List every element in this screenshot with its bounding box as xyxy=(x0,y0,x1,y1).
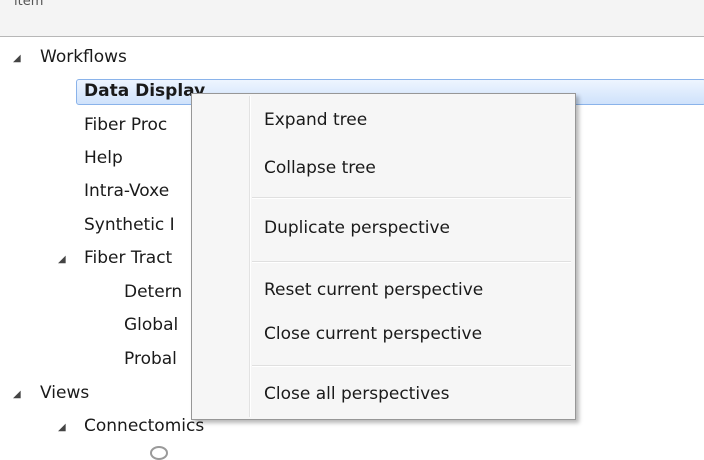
tree-item-deterministic[interactable]: Detern xyxy=(124,277,182,307)
tree-item-data-display[interactable]: Data Display xyxy=(84,76,205,106)
tree-item-intra-voxel[interactable]: Intra-Voxe xyxy=(84,176,169,206)
tree-item-connectomics[interactable]: Connectomics xyxy=(84,411,204,441)
expand-toggle-icon[interactable]: ◢ xyxy=(13,44,21,74)
menu-item-duplicate-perspective[interactable]: Duplicate perspective xyxy=(264,214,450,242)
tree-item-synthetic[interactable]: Synthetic I xyxy=(84,210,175,240)
tree-item-probabilistic[interactable]: Probal xyxy=(124,344,177,374)
menu-item-collapse-tree[interactable]: Collapse tree xyxy=(264,154,376,182)
menu-item-close-current-perspective[interactable]: Close current perspective xyxy=(264,320,482,348)
expand-toggle-icon[interactable]: ◢ xyxy=(58,245,66,275)
menu-item-close-all-perspectives[interactable]: Close all perspectives xyxy=(264,380,449,408)
tree-item-global[interactable]: Global xyxy=(124,310,178,340)
menu-separator xyxy=(252,197,571,199)
expand-toggle-icon[interactable]: ◢ xyxy=(58,413,66,443)
menu-item-expand-tree[interactable]: Expand tree xyxy=(264,106,367,134)
panel-header-label: item xyxy=(14,0,44,9)
menu-separator xyxy=(252,261,571,263)
context-menu: Expand tree Collapse tree Duplicate pers… xyxy=(191,93,576,420)
tree-item-fiber-processing[interactable]: Fiber Proc xyxy=(84,110,167,140)
tree-item-help[interactable]: Help xyxy=(84,143,123,173)
tree-item-workflows[interactable]: Workflows xyxy=(40,42,127,72)
menu-gutter-highlight xyxy=(250,96,251,417)
menu-item-reset-current-perspective[interactable]: Reset current perspective xyxy=(264,276,483,304)
tree-item-fiber-tractography[interactable]: Fiber Tract xyxy=(84,243,172,273)
panel-header: item xyxy=(0,0,704,37)
menu-separator xyxy=(252,365,571,367)
tree-item-views[interactable]: Views xyxy=(40,378,89,408)
expand-toggle-icon[interactable]: ◢ xyxy=(13,380,21,410)
